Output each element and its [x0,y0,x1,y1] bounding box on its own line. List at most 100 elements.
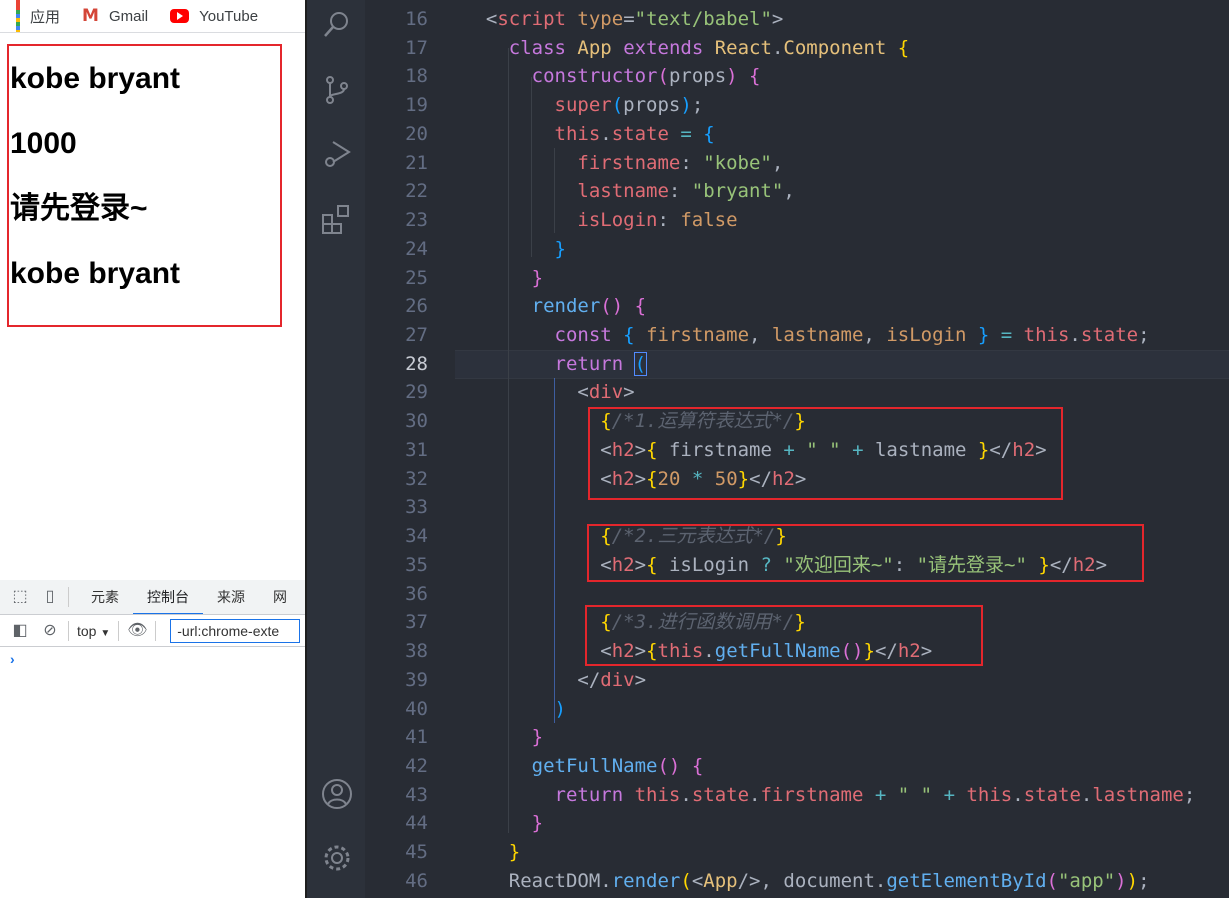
code-token: render [611,869,681,892]
code-token: ( [657,65,669,88]
line-number: 29 [405,381,428,404]
code-token: } [508,841,521,864]
code-line[interactable]: <script type="text/babel"> [463,5,783,34]
console-filter-input[interactable] [170,618,301,643]
indent-guide [531,77,532,257]
eye-icon[interactable]: 👁 [127,621,147,641]
divider [68,587,69,607]
code-token: </ [577,668,601,691]
code-token: ReactDOM [508,869,601,892]
devtools-panel: ⬚ ▯ 元素 控制台 来源 网 ◧ ⊘ top ▼ 👁 › [0,580,305,898]
code-line[interactable]: render() { [463,292,646,321]
code-line[interactable]: } [463,838,520,867]
code-token: . [680,783,692,806]
code-line[interactable]: class App extends React.Component { [463,34,909,63]
code-token: { [749,65,761,88]
code-token: . [771,36,784,59]
code-line[interactable]: <div> [463,378,634,407]
code-token: ( [680,869,692,892]
run-debug-icon[interactable] [321,138,353,170]
line-number: 34 [405,525,428,548]
account-icon[interactable] [321,778,353,810]
code-token: super [554,94,612,117]
code-line[interactable]: const { firstname, lastname, isLogin } =… [463,321,1150,350]
code-line[interactable]: ) [463,695,566,724]
code-line[interactable]: isLogin: false [463,206,737,235]
code-token: React [714,36,772,59]
code-token: return [554,352,624,375]
code-line[interactable]: } [463,723,543,752]
inspect-element-icon[interactable]: ⬚ [10,587,30,607]
code-token: "app" [1057,869,1116,892]
tab-elements[interactable]: 元素 [77,580,133,614]
line-number: 39 [405,668,428,691]
code-token: extends [623,36,704,59]
sidebar-toggle-icon[interactable]: ◧ [10,621,30,641]
code-token: constructor [531,65,658,88]
search-icon[interactable] [321,8,353,40]
bookmark-youtube[interactable]: YouTube [170,8,258,25]
code-line[interactable]: ReactDOM.render(<App/>, document.getElem… [463,867,1150,896]
code-line[interactable]: getFullName() { [463,752,704,781]
code-line[interactable]: lastname: "bryant", [463,177,794,206]
extensions-icon[interactable] [321,203,353,235]
devtools-tabs: ⬚ ▯ 元素 控制台 来源 网 [0,580,305,615]
code-token: type [565,8,624,30]
heading-fullname-fn: kobe bryant [10,257,181,290]
code-token: firstname [577,151,681,174]
code-line[interactable]: this.state = { [463,120,715,149]
code-token: = [1000,324,1013,347]
code-token: . [749,783,761,806]
code-line[interactable]: super(props); [463,91,704,120]
tab-sources[interactable]: 来源 [203,580,259,614]
code-token: { [691,754,704,777]
code-line[interactable]: return this.state.firstname + " " + this… [463,781,1196,810]
line-number: 33 [405,496,428,519]
code-line[interactable]: firstname: "kobe", [463,149,783,178]
tab-network[interactable]: 网 [259,580,301,614]
code-token: . [600,869,612,892]
browser-window: 应用 M Gmail YouTube kobe bryant 1000 请先登录… [0,0,305,898]
source-control-icon[interactable] [321,74,353,106]
bookmark-label: Gmail [108,7,149,25]
code-token: () [600,295,624,318]
bookmark-gmail[interactable]: M Gmail [82,6,148,26]
bookmark-apps[interactable]: 应用 [16,0,60,32]
line-number: 17 [405,36,428,59]
heading-login-status: 请先登录~ [10,192,148,225]
line-number: 43 [405,783,428,806]
console-prompt[interactable]: › [0,647,305,671]
code-token: . [1012,783,1024,806]
code-token: > [771,8,784,30]
console-toolbar: ◧ ⊘ top ▼ 👁 [0,615,305,647]
code-token: < [577,381,589,404]
code-token: { [623,324,635,347]
settings-gear-icon[interactable] [321,842,353,874]
code-line[interactable]: } [463,235,566,264]
code-token: ( [1046,869,1058,892]
apps-grid-icon [16,0,20,32]
tab-console[interactable]: 控制台 [133,580,203,614]
code-line[interactable]: } [463,264,543,293]
device-toolbar-icon[interactable]: ▯ [40,587,60,607]
code-token: . [1080,783,1093,806]
code-line[interactable]: } [463,809,543,838]
code-token: "text/babel" [634,8,772,30]
code-token: props [668,65,727,88]
context-select[interactable]: top ▼ [77,623,110,639]
clear-console-icon[interactable]: ⊘ [40,621,60,641]
code-line[interactable]: return ( [463,350,648,379]
code-token: ; [1138,324,1150,347]
